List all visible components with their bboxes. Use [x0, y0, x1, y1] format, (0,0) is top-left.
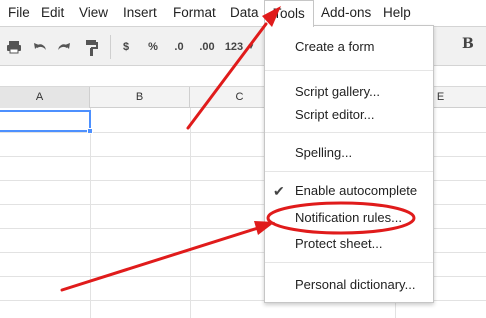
increase-decimals-button[interactable]: .00 — [196, 37, 218, 57]
more-formats-button[interactable]: 123 — [222, 37, 246, 57]
undo-icon[interactable] — [32, 37, 48, 57]
menu-format[interactable]: Format — [172, 0, 217, 26]
column-header-a[interactable]: A — [0, 87, 90, 108]
menu-item-enable-autocomplete[interactable]: ✔ Enable autocomplete — [265, 180, 433, 202]
fill-handle[interactable] — [87, 128, 93, 134]
currency-button[interactable]: $ — [120, 37, 132, 57]
menu-item-label: Enable autocomplete — [295, 183, 418, 198]
column-header-b[interactable]: B — [90, 87, 190, 108]
menu-data[interactable]: Data — [229, 0, 260, 26]
tools-menu-dropdown: Create a form Script gallery... Script e… — [264, 25, 434, 303]
menu-file[interactable]: File — [7, 0, 31, 26]
menu-item-spelling[interactable]: Spelling... — [265, 142, 433, 164]
menu-add-ons[interactable]: Add-ons — [320, 0, 372, 26]
menu-item-create-form[interactable]: Create a form — [265, 36, 433, 58]
menu-insert[interactable]: Insert — [122, 0, 158, 26]
checkmark-icon: ✔ — [273, 183, 285, 199]
menu-divider — [265, 132, 433, 133]
menu-help[interactable]: Help — [382, 0, 412, 26]
decrease-decimals-button[interactable]: .0 — [170, 37, 188, 57]
menu-item-script-gallery[interactable]: Script gallery... — [265, 81, 433, 103]
selected-cell[interactable] — [0, 110, 91, 132]
redo-icon[interactable] — [56, 37, 72, 57]
menu-item-personal-dictionary[interactable]: Personal dictionary... — [265, 274, 433, 296]
chevron-down-icon[interactable]: ▼ — [246, 37, 256, 57]
menu-divider — [265, 70, 433, 71]
menu-edit[interactable]: Edit — [40, 0, 65, 26]
print-icon[interactable] — [6, 37, 22, 57]
menu-tools[interactable]: Tools — [264, 0, 314, 27]
percent-button[interactable]: % — [146, 37, 160, 57]
paint-format-icon[interactable] — [84, 37, 100, 57]
menu-item-protect-sheet[interactable]: Protect sheet... — [265, 233, 433, 255]
toolbar-divider — [110, 35, 111, 59]
menu-bar: File Edit View Insert Format Data Tools … — [0, 0, 486, 27]
menu-item-script-editor[interactable]: Script editor... — [265, 104, 433, 126]
bold-button[interactable]: B — [462, 36, 474, 52]
menu-divider — [265, 262, 433, 263]
menu-divider — [265, 171, 433, 172]
menu-item-notification-rules[interactable]: Notification rules... — [265, 207, 433, 229]
menu-view[interactable]: View — [78, 0, 109, 26]
